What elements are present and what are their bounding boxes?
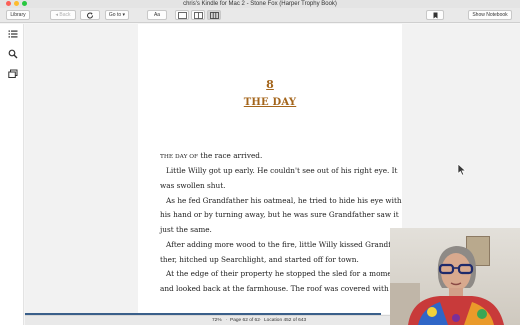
- text-line: and looked back at the farmhouse. The ro…: [160, 284, 389, 293]
- font-settings-button[interactable]: Aa: [147, 10, 167, 20]
- text-line: As he fed Grandfather his oatmeal, he tr…: [166, 196, 402, 205]
- text-line: After adding more wood to the fire, litt…: [166, 240, 398, 249]
- text-line: just the same.: [160, 225, 212, 234]
- multi-column-icon: [209, 12, 219, 19]
- two-column-icon: [193, 12, 203, 19]
- chevron-down-icon: ▾: [121, 12, 126, 18]
- text-line: ther, hitched up Searchlight, and starte…: [160, 255, 359, 264]
- single-column-button[interactable]: [175, 10, 189, 20]
- refresh-icon: [87, 12, 94, 19]
- go-to-label: Go to: [108, 12, 122, 18]
- title-bar: chris's Kindle for Mac 2 - Stone Fox (Ha…: [0, 0, 520, 8]
- book-page[interactable]: 8 THE DAY The day of the race arrived. L…: [138, 24, 402, 314]
- text-line: was swollen shut.: [160, 181, 226, 190]
- progress-percent: 72%: [212, 318, 222, 323]
- left-sidebar: [0, 24, 24, 325]
- text-line-first: The day of the race arrived.: [160, 151, 262, 160]
- bookmark-button[interactable]: [426, 10, 444, 20]
- refresh-button[interactable]: [80, 10, 100, 20]
- text-line: Little Willy got up early. He couldn't s…: [166, 166, 398, 175]
- location-indicator: Location 452 of 643: [264, 318, 307, 323]
- text-line: his hand or by turning away, but he was …: [160, 210, 399, 219]
- presenter-figure: [408, 246, 504, 325]
- status-separator: ·: [226, 318, 228, 323]
- kindle-window: chris's Kindle for Mac 2 - Stone Fox (Ha…: [0, 0, 520, 325]
- back-label: Back: [59, 12, 71, 18]
- multi-column-button[interactable]: [207, 10, 221, 20]
- single-column-icon: [177, 12, 187, 19]
- window-title: chris's Kindle for Mac 2 - Stone Fox (Ha…: [183, 1, 337, 7]
- text-line: At the edge of their property he stopped…: [166, 269, 400, 278]
- go-to-dropdown[interactable]: Go to ▾: [105, 10, 129, 20]
- webcam-overlay: [390, 228, 520, 325]
- toolbar: Library ◂ Back Go to ▾ Aa Show Notebook: [0, 8, 520, 23]
- search-icon[interactable]: [8, 49, 18, 59]
- chapter-number: 8: [266, 78, 274, 91]
- two-column-button[interactable]: [191, 10, 205, 20]
- toc-icon[interactable]: [8, 29, 18, 39]
- first-line-smallcaps: The day of: [160, 154, 199, 160]
- chapter-title: THE DAY: [243, 97, 297, 108]
- back-button[interactable]: ◂ Back: [50, 10, 76, 20]
- first-line-rest: the race arrived.: [198, 151, 263, 160]
- bookmark-icon: [433, 12, 437, 19]
- status-separator: ·: [260, 318, 262, 323]
- flashcards-icon[interactable]: [8, 69, 18, 79]
- mouse-cursor-icon: [457, 163, 467, 176]
- library-button[interactable]: Library: [6, 10, 30, 20]
- page-indicator: Page 62 of 62: [230, 318, 260, 323]
- show-notebook-button[interactable]: Show Notebook: [468, 10, 512, 20]
